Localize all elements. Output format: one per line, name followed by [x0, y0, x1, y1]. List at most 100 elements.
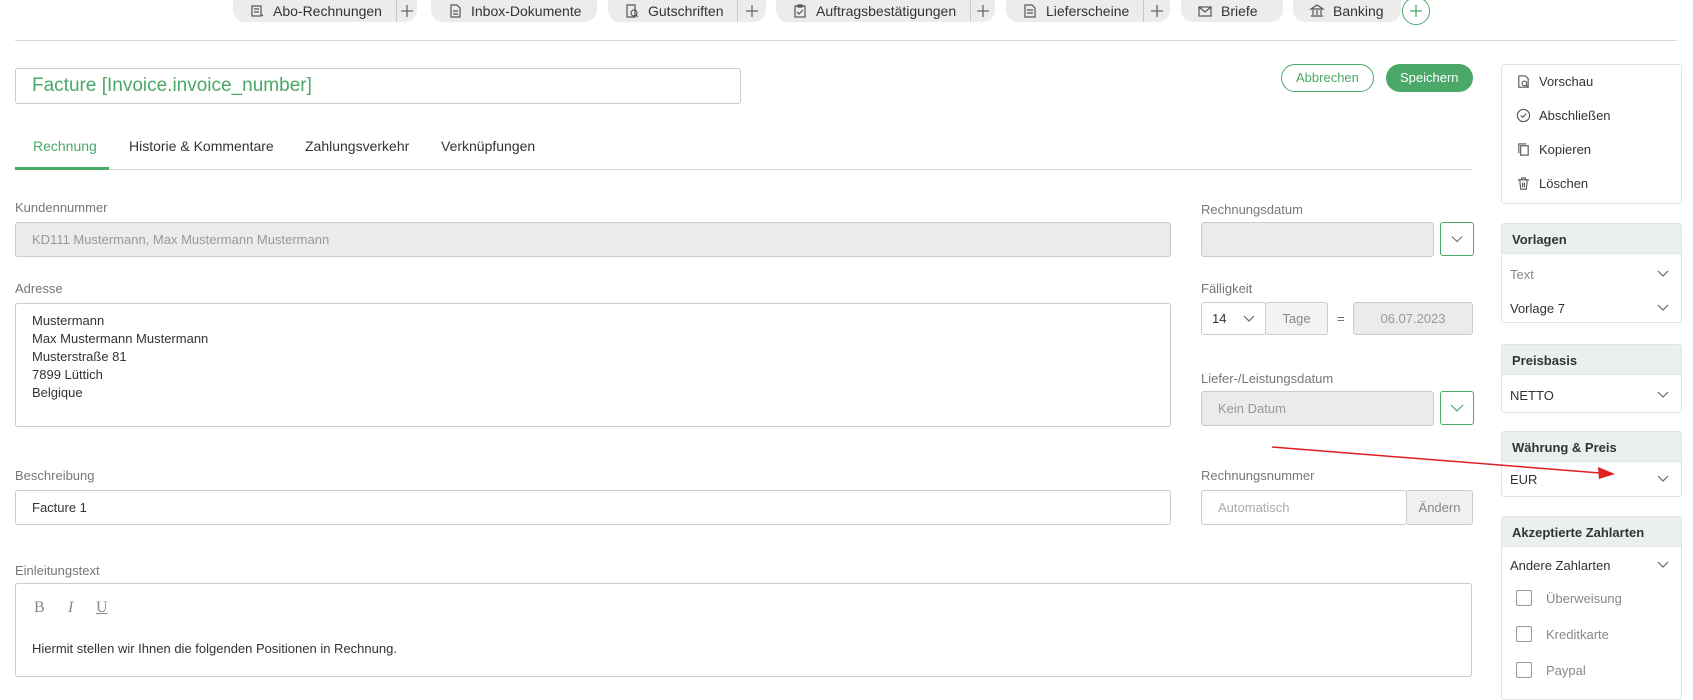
payment-method-bank-transfer[interactable]: Überweisung [1516, 590, 1622, 606]
due-days-select[interactable]: 14 [1201, 302, 1266, 335]
price-basis-select[interactable]: NETTO [1510, 385, 1669, 405]
intro-text-content: Hiermit stellen wir Ihnen die folgenden … [32, 641, 397, 656]
payment-method-credit-card[interactable]: Kreditkarte [1516, 626, 1609, 642]
bank-icon [1309, 3, 1325, 19]
preview-action[interactable]: Vorschau [1516, 74, 1593, 89]
change-label: Ändern [1418, 500, 1461, 515]
check-circle-icon [1516, 108, 1531, 123]
preview-icon [1516, 74, 1531, 89]
preview-label: Vorschau [1539, 74, 1594, 89]
tab-zahlungsverkehr[interactable]: Zahlungsverkehr [305, 138, 409, 154]
text-template-select[interactable]: Text [1510, 264, 1669, 284]
price-basis-heading: Preisbasis [1502, 345, 1681, 375]
description-input[interactable]: Facture 1 [15, 490, 1171, 525]
payment-method-label: Überweisung [1546, 590, 1622, 606]
address-line: Max Mustermann Mustermann [32, 331, 209, 346]
customer-number-field[interactable]: KD111 Mustermann, Max Mustermann Musterm… [15, 222, 1171, 257]
currency-box: Währung & Preis EUR [1501, 431, 1682, 497]
tab-verknuepfungen[interactable]: Verknüpfungen [441, 138, 535, 154]
other-payment-methods-select[interactable]: Andere Zahlarten [1510, 555, 1669, 575]
intro-text-editor[interactable]: B I U Hiermit stellen wir Ihnen die folg… [15, 583, 1472, 677]
invoice-date-dropdown-button[interactable] [1440, 222, 1474, 256]
delivery-date-input[interactable]: Kein Datum [1201, 391, 1434, 426]
top-tab-label: Lieferscheine [1046, 3, 1130, 19]
tab-historie-kommentare[interactable]: Historie & Kommentare [129, 138, 274, 154]
due-label: Fälligkeit [1201, 281, 1253, 296]
description-value: Facture 1 [32, 500, 87, 515]
address-line: Mustermann [32, 313, 105, 328]
order-confirmation-icon [792, 3, 808, 19]
change-invoice-number-button[interactable]: Ändern [1406, 490, 1473, 525]
top-tab-inbox-dokumente[interactable]: Inbox-Dokumente [431, 0, 597, 22]
add-abo-rechnung-button[interactable] [395, 0, 417, 22]
invoice-number-placeholder: Automatisch [1218, 500, 1290, 515]
checkbox[interactable] [1516, 626, 1532, 642]
invoice-date-input[interactable] [1201, 222, 1434, 257]
top-tab-gutschriften[interactable]: Gutschriften [608, 0, 766, 22]
top-tab-lieferscheine[interactable]: Lieferscheine [1006, 0, 1170, 22]
credit-note-icon [624, 3, 640, 19]
tab-rechnung[interactable]: Rechnung [33, 138, 97, 154]
copy-label: Kopieren [1539, 142, 1592, 157]
template-value: Vorlage 7 [1510, 300, 1565, 316]
customer-number-value: KD111 Mustermann, Max Mustermann Musterm… [32, 232, 330, 247]
copy-action[interactable]: Kopieren [1516, 142, 1591, 157]
invoice-date-label: Rechnungsdatum [1201, 202, 1303, 217]
document-title-input[interactable]: Facture [Invoice.invoice_number] [15, 68, 741, 104]
address-label: Adresse [15, 281, 63, 296]
currency-select[interactable]: EUR [1510, 469, 1669, 489]
description-label: Beschreibung [15, 468, 95, 483]
payment-method-paypal[interactable]: Paypal [1516, 662, 1586, 678]
cancel-button[interactable]: Abbrechen [1281, 64, 1374, 92]
italic-button[interactable]: I [68, 599, 73, 617]
address-line: Belgique [32, 385, 83, 400]
active-tab-indicator [15, 167, 109, 170]
recurring-invoice-icon [249, 3, 265, 19]
invoice-number-label: Rechnungsnummer [1201, 468, 1315, 483]
chevron-down-icon [1657, 561, 1669, 568]
chevron-down-icon [1450, 404, 1464, 412]
due-unit: Tage [1282, 311, 1311, 326]
delivery-date-placeholder: Kein Datum [1218, 401, 1286, 416]
delivery-date-label: Liefer-/Leistungsdatum [1201, 371, 1334, 386]
address-line: 7899 Lüttich [32, 367, 103, 382]
save-button[interactable]: Speichern [1386, 64, 1473, 92]
top-tab-label: Auftragsbestätigungen [816, 3, 957, 19]
finalize-action[interactable]: Abschließen [1516, 108, 1611, 123]
due-equals-sign: = [1337, 311, 1345, 326]
delete-action[interactable]: Löschen [1516, 176, 1588, 191]
due-days-value: 14 [1212, 311, 1227, 326]
top-tab-label: Briefe [1221, 3, 1258, 19]
chevron-down-icon [1451, 236, 1463, 243]
action-box: Vorschau Abschließen Kopieren Löschen [1501, 64, 1682, 204]
delivery-note-icon [1022, 3, 1038, 19]
top-tab-label: Inbox-Dokumente [471, 3, 582, 19]
payment-method-label: Kreditkarte [1546, 626, 1609, 642]
top-divider [15, 40, 1677, 41]
top-tab-banking[interactable]: Banking [1293, 0, 1401, 22]
bold-button[interactable]: B [34, 599, 45, 617]
due-date-field: 06.07.2023 [1353, 302, 1473, 335]
top-tab-auftragsbestaetigungen[interactable]: Auftragsbestätigungen [776, 0, 995, 22]
address-line: Musterstraße 81 [32, 349, 127, 364]
customer-number-label: Kundennummer [15, 200, 108, 215]
chevron-down-icon [1657, 391, 1669, 398]
underline-button[interactable]: U [96, 599, 108, 617]
checkbox[interactable] [1516, 662, 1532, 678]
add-lieferschein-button[interactable] [1143, 0, 1170, 22]
add-auftragsbestaetigung-button[interactable] [970, 0, 995, 22]
top-tab-abo-rechnungen[interactable]: Abo-Rechnungen [233, 0, 417, 22]
copy-icon [1516, 142, 1531, 157]
delete-label: Löschen [1539, 176, 1589, 191]
template-select[interactable]: Vorlage 7 [1510, 298, 1669, 318]
checkbox[interactable] [1516, 590, 1532, 606]
invoice-number-input[interactable]: Automatisch [1201, 490, 1407, 525]
add-tab-icon[interactable] [1402, 0, 1430, 25]
intro-text-label: Einleitungstext [15, 563, 100, 578]
add-gutschrift-button[interactable] [737, 0, 766, 22]
top-tab-briefe[interactable]: Briefe [1181, 0, 1283, 22]
templates-box: Vorlagen Text Vorlage 7 [1501, 223, 1682, 323]
address-textarea[interactable]: Mustermann Max Mustermann Mustermann Mus… [15, 303, 1171, 427]
top-tab-label: Banking [1333, 3, 1384, 19]
delivery-date-dropdown-button[interactable] [1440, 391, 1474, 425]
